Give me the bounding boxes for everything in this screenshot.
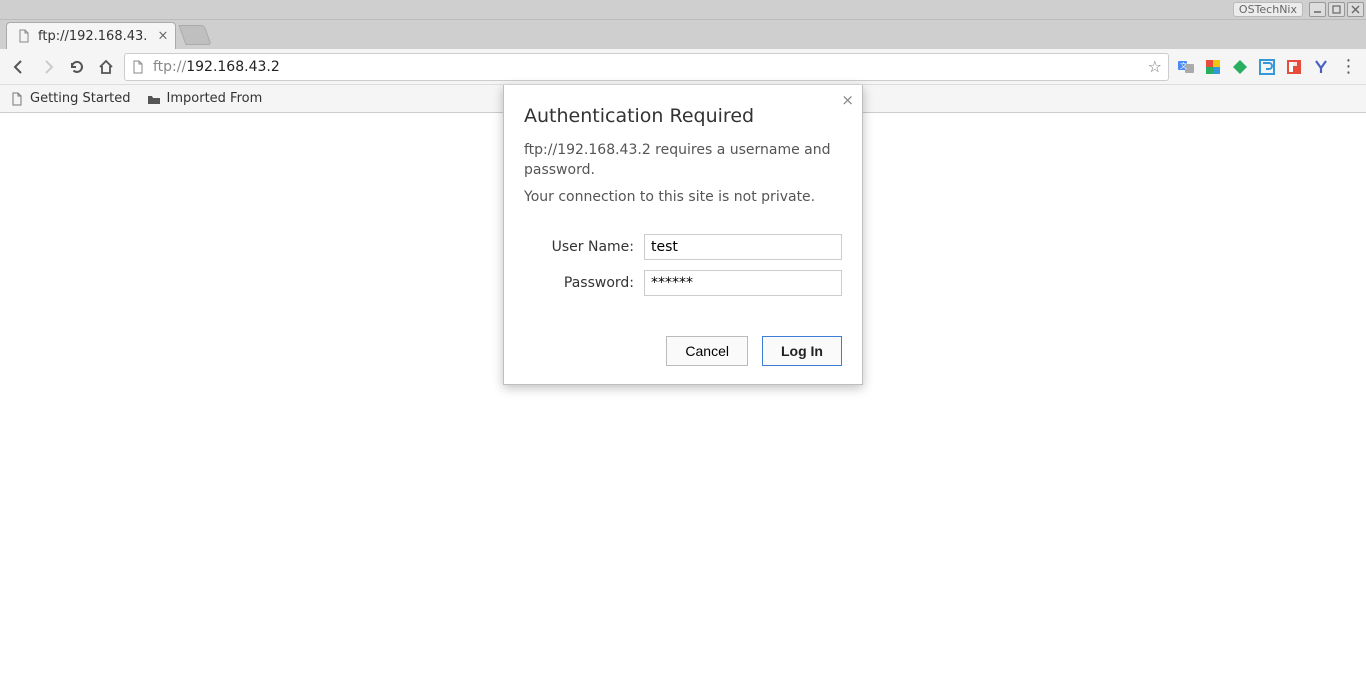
login-button[interactable]: Log In	[762, 336, 842, 366]
bluesquare-extension-icon[interactable]	[1257, 57, 1277, 77]
auth-dialog: × Authentication Required ftp://192.168.…	[503, 85, 863, 385]
tab-title: ftp://192.168.43.	[38, 29, 147, 44]
file-icon	[17, 29, 31, 43]
dialog-close-button[interactable]: ×	[841, 91, 854, 109]
browser-tab[interactable]: ftp://192.168.43. ×	[6, 22, 176, 49]
page-icon	[10, 92, 24, 106]
username-input[interactable]	[644, 234, 842, 260]
dialog-warning: Your connection to this site is not priv…	[524, 188, 842, 208]
window-close-button[interactable]	[1347, 2, 1364, 17]
dialog-title: Authentication Required	[524, 105, 842, 127]
window-titlebar: OSTechNix	[0, 0, 1366, 20]
bookmark-imported-from[interactable]: Imported From	[147, 91, 263, 106]
svg-text:文: 文	[1180, 61, 1187, 70]
window-minimize-button[interactable]	[1309, 2, 1326, 17]
puzzle-extension-icon[interactable]	[1203, 57, 1223, 77]
tab-strip: ftp://192.168.43. ×	[0, 20, 1366, 49]
flipboard-extension-icon[interactable]	[1284, 57, 1304, 77]
diamond-extension-icon[interactable]	[1230, 57, 1250, 77]
browser-toolbar: ftp://192.168.43.2 ☆ 文 ⋮	[0, 49, 1366, 85]
watermark-label: OSTechNix	[1233, 2, 1303, 17]
new-tab-button[interactable]	[179, 25, 212, 45]
page-icon	[131, 60, 145, 74]
back-button[interactable]	[8, 56, 30, 78]
cancel-button[interactable]: Cancel	[666, 336, 748, 366]
bookmark-label: Imported From	[167, 91, 263, 106]
username-row: User Name:	[524, 234, 842, 260]
username-label: User Name:	[524, 239, 634, 255]
url-host: 192.168.43.2	[186, 59, 280, 75]
browser-menu-button[interactable]: ⋮	[1338, 56, 1358, 77]
bookmark-label: Getting Started	[30, 91, 131, 106]
forward-button[interactable]	[37, 56, 59, 78]
bookmark-getting-started[interactable]: Getting Started	[10, 91, 131, 106]
address-bar[interactable]: ftp://192.168.43.2 ☆	[124, 53, 1169, 81]
auth-form: User Name: Password:	[524, 234, 842, 296]
password-label: Password:	[524, 275, 634, 291]
reload-button[interactable]	[66, 56, 88, 78]
dialog-actions: Cancel Log In	[524, 336, 842, 366]
password-row: Password:	[524, 270, 842, 296]
translate-extension-icon[interactable]: 文	[1176, 57, 1196, 77]
folder-icon	[147, 92, 161, 106]
password-input[interactable]	[644, 270, 842, 296]
dialog-message: ftp://192.168.43.2 requires a username a…	[524, 141, 842, 180]
url-protocol: ftp://	[153, 59, 186, 75]
tab-close-button[interactable]: ×	[158, 29, 169, 44]
bookmark-star-button[interactable]: ☆	[1148, 57, 1162, 76]
page-content: × Authentication Required ftp://192.168.…	[0, 113, 1366, 698]
home-button[interactable]	[95, 56, 117, 78]
window-maximize-button[interactable]	[1328, 2, 1345, 17]
yahoo-extension-icon[interactable]	[1311, 57, 1331, 77]
